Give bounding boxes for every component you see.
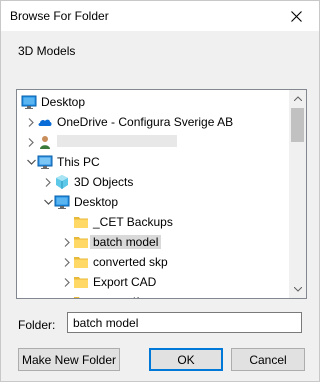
expand-chevron-icon: [28, 137, 34, 147]
make-new-folder-button[interactable]: Make New Folder: [18, 348, 120, 371]
tree-item-label: _CET Backups: [93, 215, 173, 229]
dialog-description: 3D Models: [18, 44, 76, 58]
folder-icon: [73, 294, 89, 298]
tree-item-label: Desktop: [41, 95, 86, 109]
tree-item-label: batch model: [90, 235, 162, 249]
tree-item-label: converted skp: [93, 255, 168, 269]
scroll-up-button[interactable]: [289, 90, 306, 107]
collapse-chevron-icon: [43, 199, 53, 205]
close-button[interactable]: [273, 1, 319, 31]
user-icon: [37, 134, 53, 150]
scroll-down-button[interactable]: [289, 281, 306, 298]
tree-item[interactable]: 3D Objects: [17, 172, 287, 192]
chevron-up-icon: [293, 96, 302, 101]
browse-folder-dialog: Browse For Folder 3D Models Desktop OneDr…: [0, 0, 320, 382]
folder-tree[interactable]: Desktop OneDrive - Configura Sverige AB Th…: [16, 89, 307, 299]
computer-icon: [37, 154, 53, 170]
tree-item-label: Desktop: [74, 195, 119, 209]
tree-item-label: 3D Objects: [74, 175, 134, 189]
tree-expander[interactable]: [61, 236, 73, 248]
desktop-icon: [54, 194, 70, 210]
tree-item[interactable]: Export CAD: [17, 272, 287, 292]
window-title: Browse For Folder: [10, 9, 109, 23]
expand-chevron-icon: [28, 117, 34, 127]
3d-objects-icon: [54, 174, 70, 190]
tree-expander[interactable]: [61, 276, 73, 288]
cancel-button[interactable]: Cancel: [231, 348, 305, 371]
vertical-scrollbar[interactable]: [289, 90, 306, 298]
tree-expander[interactable]: [42, 176, 54, 188]
tree-item[interactable]: [17, 132, 287, 152]
tree-expander[interactable]: [61, 296, 73, 298]
tree-item[interactable]: converted skp: [17, 252, 287, 272]
close-icon: [290, 10, 302, 22]
folder-label: Folder:: [18, 318, 56, 332]
onedrive-cloud-icon: [37, 114, 53, 130]
folder-icon: [73, 214, 89, 230]
chevron-down-icon: [293, 287, 302, 292]
folder-icon: [73, 234, 89, 250]
tree-expander[interactable]: [61, 256, 73, 268]
expand-chevron-icon: [65, 297, 66, 298]
desktop-icon: [21, 94, 37, 110]
tree-item[interactable]: batch model: [17, 232, 287, 252]
tree-item[interactable]: This PC: [17, 152, 287, 172]
tree-expander[interactable]: [42, 196, 54, 208]
tree-item-label: Export CAD: [93, 275, 157, 289]
title-bar: Browse For Folder: [1, 1, 319, 31]
tree-item[interactable]: export tif: [17, 292, 287, 298]
tree-item-label: This PC: [57, 155, 100, 169]
tree-item[interactable]: Desktop: [17, 92, 287, 112]
tree-expander[interactable]: [25, 156, 37, 168]
expand-chevron-icon: [45, 177, 51, 187]
expand-chevron-icon: [64, 277, 70, 287]
tree-expander[interactable]: [25, 116, 37, 128]
tree-item-label: [57, 135, 177, 147]
collapse-chevron-icon: [26, 159, 36, 165]
tree-item[interactable]: OneDrive - Configura Sverige AB: [17, 112, 287, 132]
ok-button[interactable]: OK: [149, 348, 223, 371]
tree-item-label: OneDrive - Configura Sverige AB: [57, 115, 234, 129]
tree-item[interactable]: _CET Backups: [17, 212, 287, 232]
tree-expander: [61, 216, 73, 228]
folder-name-input[interactable]: [67, 312, 302, 333]
expand-chevron-icon: [64, 257, 70, 267]
expand-chevron-icon: [64, 237, 70, 247]
tree-expander[interactable]: [25, 136, 37, 148]
folder-icon: [73, 274, 89, 290]
tree-item-label: export tif: [93, 295, 139, 298]
scroll-thumb[interactable]: [291, 108, 304, 142]
tree-item[interactable]: Desktop: [17, 192, 287, 212]
folder-icon: [73, 254, 89, 270]
